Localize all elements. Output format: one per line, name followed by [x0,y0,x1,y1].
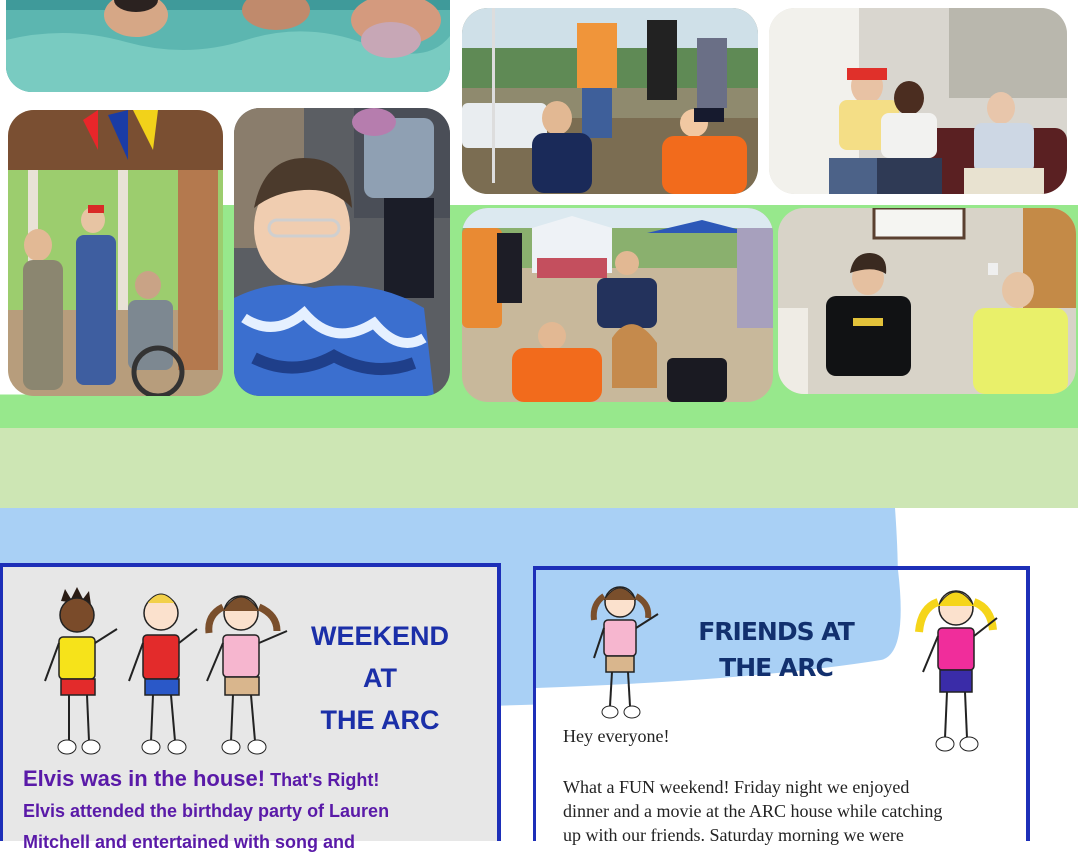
weekend-title-line3: THE ARC [320,705,440,735]
pale-green-band [0,428,1078,508]
friends-paragraph-line1: What a FUN weekend! Friday night we enjo… [563,777,910,797]
elvis-story-line2: Elvis attended the birthday party of Lau… [23,801,390,821]
friends-paragraph: What a FUN weekend! Friday night we enjo… [563,775,1023,847]
friends-at-the-arc-panel: FRIENDS AT THE ARC Hey everyone! What a … [533,566,1030,845]
elvis-lead: Elvis was in the house! [23,766,266,791]
tie-dye-photo [234,108,450,396]
picnic-photo [462,8,758,194]
weekend-title-line2: AT [363,663,397,693]
office-photo [778,208,1076,394]
elvis-story-line3: Mitchell and entertained with song and [23,832,356,852]
living-room-photo [769,8,1067,194]
weekend-at-the-arc-panel: WEEKEND AT THE ARC Elvis was in the hous… [0,563,501,852]
friends-title-line2: THE ARC [719,653,834,682]
cartoon-girl-magenta-illustration [915,590,998,752]
elvis-lead-tail: That's Right! [270,770,380,790]
elvis-story: Elvis was in the house! That's Right! El… [23,763,493,858]
festival-photo [462,208,773,402]
cartoon-kids-illustration [44,587,288,755]
porch-photo [8,110,223,396]
friends-greeting: Hey everyone! [563,726,670,746]
cartoon-girl-pink-illustration [590,586,659,719]
weekend-title: WEEKEND AT THE ARC [295,615,465,741]
pool-photo [6,0,450,92]
friends-title-line1: FRIENDS AT [698,617,855,646]
friends-paragraph-line2: dinner and a movie at the ARC house whil… [563,801,943,821]
friends-paragraph-line3: up with our friends. Saturday morning we… [563,825,904,845]
weekend-title-line1: WEEKEND [310,621,449,651]
friends-title: FRIENDS AT THE ARC [686,614,866,686]
elvis-story-line1: Elvis was in the house! That's Right! [23,763,493,796]
